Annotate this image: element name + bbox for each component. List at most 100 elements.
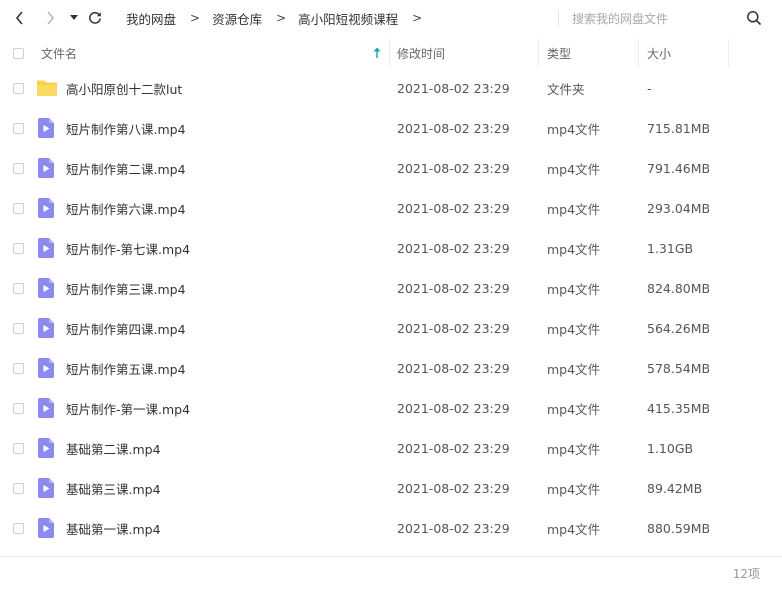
file-type: mp4文件 bbox=[547, 321, 601, 337]
breadcrumb-item-resource-repo[interactable]: 资源仓库 bbox=[212, 9, 262, 28]
file-size: 293.04MB bbox=[647, 200, 711, 216]
select-all-cell bbox=[13, 37, 24, 69]
search-input[interactable] bbox=[570, 6, 744, 32]
history-dropdown-button[interactable] bbox=[67, 0, 81, 36]
sort-arrow-up-icon bbox=[373, 47, 381, 58]
file-type: mp4文件 bbox=[547, 201, 601, 217]
breadcrumb-item-my-drive[interactable]: 我的网盘 bbox=[126, 9, 176, 28]
row-checkbox[interactable] bbox=[13, 322, 24, 334]
search-divider bbox=[558, 10, 559, 26]
file-modified-date: 2021-08-02 23:29 bbox=[397, 280, 510, 296]
file-size: 824.80MB bbox=[647, 280, 711, 296]
file-modified-date: 2021-08-02 23:29 bbox=[397, 360, 510, 376]
file-type: mp4文件 bbox=[547, 241, 601, 257]
file-row[interactable]: 短片制作-第七课.mp4 2021-08-02 23:29 mp4文件 1.31… bbox=[0, 228, 782, 268]
file-name[interactable]: 短片制作第五课.mp4 bbox=[66, 348, 186, 388]
file-modified-date: 2021-08-02 23:29 bbox=[397, 400, 510, 416]
footer-divider bbox=[0, 556, 782, 557]
column-header-modified-label: 修改时间 bbox=[397, 46, 446, 61]
search-icon[interactable] bbox=[746, 10, 762, 26]
file-size: 1.10GB bbox=[647, 440, 694, 456]
file-row[interactable]: 短片制作第三课.mp4 2021-08-02 23:29 mp4文件 824.8… bbox=[0, 268, 782, 308]
file-name[interactable]: 基础第三课.mp4 bbox=[66, 468, 161, 508]
row-checkbox[interactable] bbox=[13, 522, 24, 534]
file-row[interactable]: 基础第一课.mp4 2021-08-02 23:29 mp4文件 880.59M… bbox=[0, 508, 782, 548]
file-name[interactable]: 短片制作第六课.mp4 bbox=[66, 188, 186, 228]
row-checkbox[interactable] bbox=[13, 122, 24, 134]
row-checkbox[interactable] bbox=[13, 362, 24, 374]
file-row[interactable]: 短片制作第五课.mp4 2021-08-02 23:29 mp4文件 578.5… bbox=[0, 348, 782, 388]
file-modified-date: 2021-08-02 23:29 bbox=[397, 240, 510, 256]
column-header-name[interactable]: 文件名 bbox=[41, 37, 387, 69]
row-checkbox[interactable] bbox=[13, 442, 24, 454]
file-row[interactable]: 基础第三课.mp4 2021-08-02 23:29 mp4文件 89.42MB bbox=[0, 468, 782, 508]
file-size: 1.31GB bbox=[647, 240, 694, 256]
row-checkbox[interactable] bbox=[13, 82, 24, 94]
file-name[interactable]: 短片制作-第一课.mp4 bbox=[66, 388, 190, 428]
file-name[interactable]: 高小阳原创十二款lut bbox=[66, 68, 182, 108]
refresh-button[interactable] bbox=[85, 0, 105, 36]
file-list: 高小阳原创十二款lut 2021-08-02 23:29 文件夹 - 短片制作第… bbox=[0, 68, 782, 548]
file-size: 89.42MB bbox=[647, 480, 703, 496]
column-divider[interactable] bbox=[728, 39, 729, 67]
select-all-checkbox[interactable] bbox=[13, 47, 24, 59]
row-checkbox[interactable] bbox=[13, 282, 24, 294]
file-type: 文件夹 bbox=[547, 81, 585, 97]
forward-button[interactable] bbox=[40, 0, 60, 36]
file-modified-date: 2021-08-02 23:29 bbox=[397, 80, 510, 96]
file-name[interactable]: 短片制作第四课.mp4 bbox=[66, 308, 186, 348]
video-file-icon bbox=[38, 398, 54, 418]
item-count: 12项 bbox=[732, 567, 760, 581]
chevron-right-icon bbox=[47, 11, 55, 25]
file-modified-date: 2021-08-02 23:29 bbox=[397, 160, 510, 176]
file-row[interactable]: 基础第二课.mp4 2021-08-02 23:29 mp4文件 1.10GB bbox=[0, 428, 782, 468]
file-type: mp4文件 bbox=[547, 481, 601, 497]
file-row[interactable]: 短片制作第四课.mp4 2021-08-02 23:29 mp4文件 564.2… bbox=[0, 308, 782, 348]
column-header-type[interactable]: 类型 bbox=[547, 37, 571, 69]
file-type: mp4文件 bbox=[547, 361, 601, 377]
file-size: 791.46MB bbox=[647, 160, 711, 176]
file-modified-date: 2021-08-02 23:29 bbox=[397, 320, 510, 336]
column-divider[interactable] bbox=[538, 39, 539, 67]
file-name[interactable]: 基础第一课.mp4 bbox=[66, 508, 161, 548]
file-modified-date: 2021-08-02 23:29 bbox=[397, 520, 510, 536]
video-file-icon bbox=[38, 158, 54, 178]
row-checkbox[interactable] bbox=[13, 402, 24, 414]
video-file-icon bbox=[38, 198, 54, 218]
row-checkbox[interactable] bbox=[13, 482, 24, 494]
file-name[interactable]: 短片制作第八课.mp4 bbox=[66, 108, 186, 148]
row-checkbox[interactable] bbox=[13, 202, 24, 214]
file-name[interactable]: 基础第二课.mp4 bbox=[66, 428, 161, 468]
video-file-icon bbox=[38, 518, 54, 538]
breadcrumb-separator: > bbox=[412, 11, 423, 25]
column-divider[interactable] bbox=[389, 39, 390, 67]
column-divider[interactable] bbox=[638, 39, 639, 67]
breadcrumb-item-current-folder[interactable]: 高小阳短视频课程 bbox=[298, 9, 398, 28]
back-button[interactable] bbox=[10, 0, 30, 36]
row-checkbox[interactable] bbox=[13, 162, 24, 174]
file-row[interactable]: 短片制作第八课.mp4 2021-08-02 23:29 mp4文件 715.8… bbox=[0, 108, 782, 148]
file-type: mp4文件 bbox=[547, 401, 601, 417]
column-header-modified[interactable]: 修改时间 bbox=[397, 37, 445, 69]
video-file-icon bbox=[38, 318, 54, 338]
file-type: mp4文件 bbox=[547, 521, 601, 537]
column-header-size[interactable]: 大小 bbox=[647, 37, 671, 69]
file-name[interactable]: 短片制作第三课.mp4 bbox=[66, 268, 186, 308]
column-header-size-label: 大小 bbox=[647, 46, 672, 61]
file-row[interactable]: 高小阳原创十二款lut 2021-08-02 23:29 文件夹 - bbox=[0, 68, 782, 108]
file-size: 564.26MB bbox=[647, 320, 711, 336]
column-header-name-label: 文件名 bbox=[41, 46, 78, 61]
file-row[interactable]: 短片制作第六课.mp4 2021-08-02 23:29 mp4文件 293.0… bbox=[0, 188, 782, 228]
file-row[interactable]: 短片制作第二课.mp4 2021-08-02 23:29 mp4文件 791.4… bbox=[0, 148, 782, 188]
file-name[interactable]: 短片制作-第七课.mp4 bbox=[66, 228, 190, 268]
file-row[interactable]: 短片制作-第一课.mp4 2021-08-02 23:29 mp4文件 415.… bbox=[0, 388, 782, 428]
video-file-icon bbox=[38, 478, 54, 498]
breadcrumb: 我的网盘 > 资源仓库 > 高小阳短视频课程 > bbox=[126, 0, 434, 36]
row-checkbox[interactable] bbox=[13, 242, 24, 254]
file-name[interactable]: 短片制作第二课.mp4 bbox=[66, 148, 186, 188]
chevron-left-icon bbox=[15, 11, 23, 25]
caret-down-icon bbox=[70, 15, 78, 20]
breadcrumb-separator: > bbox=[276, 11, 287, 25]
file-modified-date: 2021-08-02 23:29 bbox=[397, 200, 510, 216]
file-size: 715.81MB bbox=[647, 120, 711, 136]
